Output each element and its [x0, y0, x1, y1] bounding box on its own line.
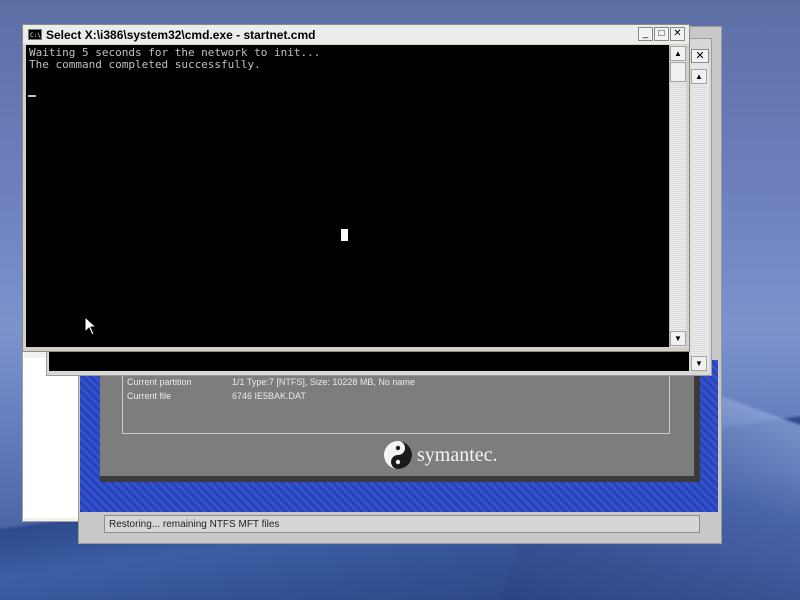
background-scroll-track[interactable] [692, 87, 706, 355]
current-partition-label: Current partition [127, 377, 192, 387]
console-line: The command completed successfully. [29, 58, 261, 71]
minimize-button[interactable]: _ [638, 27, 653, 41]
console-output[interactable]: Waiting 5 seconds for the network to ini… [26, 45, 669, 347]
current-file-label: Current file [127, 391, 172, 401]
scroll-thumb[interactable] [670, 62, 686, 82]
mouse-pointer-icon [84, 316, 98, 336]
scroll-up-button[interactable]: ▲ [670, 46, 686, 61]
maximize-button[interactable]: □ [654, 27, 669, 41]
scroll-down-button[interactable]: ▼ [670, 331, 686, 346]
close-button[interactable]: ✕ [670, 27, 685, 41]
text-selection-cursor [341, 229, 348, 241]
symantec-logo: symantec. [383, 440, 498, 470]
scroll-track[interactable] [671, 83, 685, 331]
cmd-window[interactable]: C:\ Select X:\i386\system32\cmd.exe - st… [22, 24, 690, 352]
symantec-logo-icon [384, 441, 412, 469]
title-bar-buttons: _ □ ✕ [638, 27, 685, 41]
status-bar: Restoring... remaining NTFS MFT files [104, 515, 700, 533]
current-partition-value: 1/1 Type:7 [NTFS], Size: 10228 MB, No na… [232, 377, 415, 387]
background-scroll-down-button[interactable]: ▼ [691, 356, 707, 371]
window-title: Select X:\i386\system32\cmd.exe - startn… [46, 27, 316, 42]
console-cursor [28, 95, 36, 97]
console-icon[interactable]: C:\ [28, 29, 42, 40]
current-file-value: 6746 IE5BAK.DAT [232, 391, 306, 401]
ghost-left-pane [24, 358, 78, 518]
background-close-button[interactable]: ✕ [691, 49, 709, 63]
symantec-logo-text: symantec. [417, 443, 498, 466]
background-scrollbar[interactable]: ▲ ▼ [691, 53, 709, 371]
ghost-progress-panel: Current partition 1/1 Type:7 [NTFS], Siz… [100, 360, 700, 482]
background-scroll-up-button[interactable]: ▲ [691, 69, 707, 84]
cmd-title-bar[interactable]: C:\ Select X:\i386\system32\cmd.exe - st… [23, 25, 689, 44]
vertical-scrollbar[interactable]: ▲ ▼ [669, 45, 686, 347]
